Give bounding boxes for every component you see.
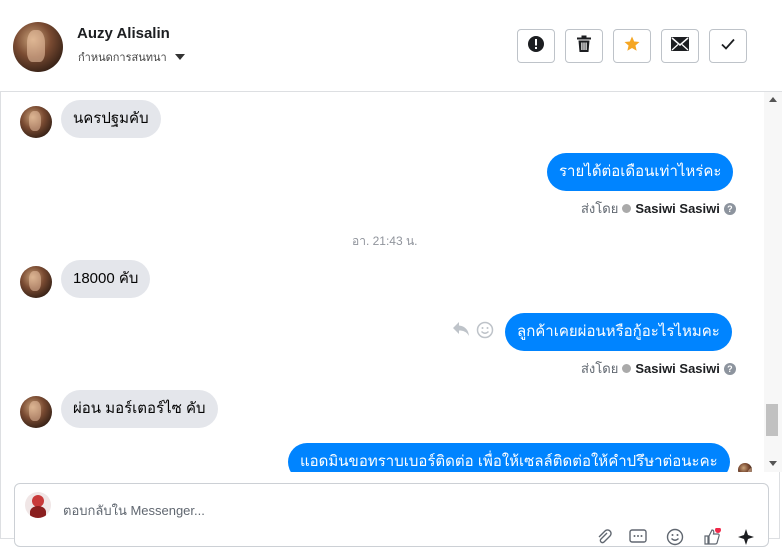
attachment-icon[interactable] (595, 528, 613, 546)
reply-input[interactable]: ตอบกลับใน Messenger... (63, 500, 205, 521)
sent-by-label: ส่งโดย (581, 201, 619, 216)
page-avatar (25, 492, 51, 518)
star-icon (623, 35, 641, 58)
contact-avatar-small[interactable] (20, 396, 52, 428)
scrollbar-thumb[interactable] (766, 404, 778, 436)
outgoing-message[interactable]: ลูกค้าเคยผ่อนหรือกู้อะไรไหมคะ (505, 313, 732, 351)
conversation-schedule-dropdown[interactable]: กำหนดการสนทนา (78, 48, 185, 66)
contact-name[interactable]: Auzy Alisalin (77, 25, 170, 42)
check-icon (720, 37, 736, 56)
trash-icon (576, 35, 592, 58)
message-timestamp: อา. 21:43 น. (352, 234, 418, 248)
reply-icon[interactable] (452, 321, 470, 342)
star-button[interactable] (613, 29, 651, 63)
emoji-react-icon[interactable] (476, 321, 494, 344)
scrollbar[interactable] (764, 92, 782, 472)
outgoing-message[interactable]: แอดมินขอทราบเบอร์ติดต่อ เพื่อให้เซลล์ติด… (288, 443, 730, 472)
page-icon (622, 204, 632, 213)
envelope-icon (671, 36, 689, 56)
help-icon[interactable]: ? (723, 362, 736, 375)
outgoing-message[interactable]: รายได้ต่อเดือนเท่าไหร่คะ (547, 153, 734, 191)
mail-button[interactable] (661, 29, 699, 63)
report-button[interactable] (517, 29, 555, 63)
like-icon[interactable] (703, 528, 721, 546)
conversation-schedule-label: กำหนดการสนทนา (78, 52, 167, 64)
send-icon[interactable] (737, 528, 755, 546)
sent-by-agent[interactable]: Sasiwi Sasiwi (635, 201, 720, 216)
incoming-message[interactable]: 18000 คับ (61, 260, 151, 298)
saved-replies-icon[interactable] (629, 528, 647, 546)
done-button[interactable] (709, 29, 747, 63)
sent-by-line: ส่งโดย Sasiwi Sasiwi ? (581, 198, 736, 219)
exclamation-icon (527, 35, 545, 58)
sent-by-agent[interactable]: Sasiwi Sasiwi (635, 361, 720, 376)
sent-by-label: ส่งโดย (581, 361, 619, 376)
caret-down-icon (174, 54, 185, 60)
sent-by-line: ส่งโดย Sasiwi Sasiwi ? (581, 358, 736, 379)
delete-button[interactable] (565, 29, 603, 63)
contact-avatar-small[interactable] (20, 106, 52, 138)
incoming-message[interactable]: ผ่อน มอร์เตอร์ไซ คับ (61, 390, 218, 428)
emoji-icon[interactable] (666, 528, 684, 546)
conversation-header: Auzy Alisalin กำหนดการสนทนา (0, 0, 782, 92)
page-icon (622, 364, 632, 373)
help-icon[interactable]: ? (723, 202, 736, 215)
seen-avatar (738, 463, 752, 472)
scroll-down-arrow-icon[interactable] (769, 461, 777, 466)
message-thread[interactable]: นครปฐมคับ รายได้ต่อเดือนเท่าไหร่คะ ส่งโด… (0, 92, 764, 472)
contact-avatar[interactable] (13, 22, 63, 72)
scroll-up-arrow-icon[interactable] (769, 97, 777, 102)
reply-composer[interactable]: ตอบกลับใน Messenger... (14, 483, 769, 547)
incoming-message[interactable]: นครปฐมคับ (61, 100, 161, 138)
contact-avatar-small[interactable] (20, 266, 52, 298)
